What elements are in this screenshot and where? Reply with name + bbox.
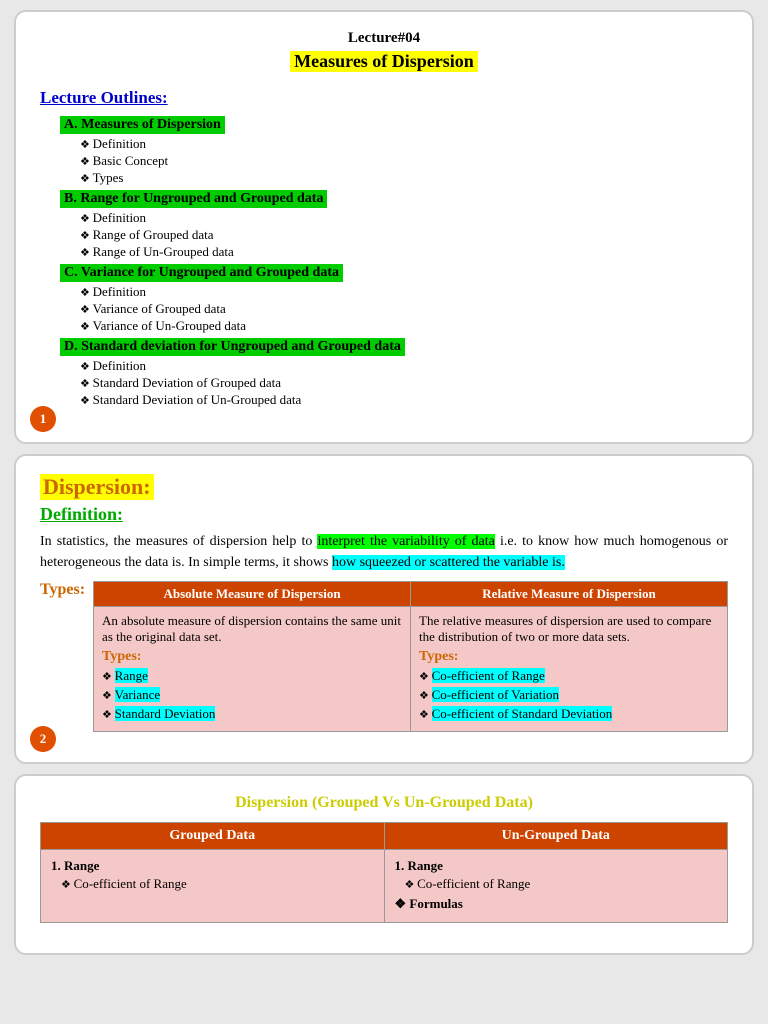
col1-text: An absolute measure of dispersion contai… — [102, 613, 401, 644]
types-section: Types: Absolute Measure of Dispersion Re… — [40, 581, 728, 732]
relative-measure-cell: The relative measures of dispersion are … — [411, 607, 728, 732]
col2-types-heading: Types: — [419, 649, 719, 665]
list-item: Definition — [80, 136, 728, 152]
slide-3: Dispersion (Grouped Vs Un-Grouped Data) … — [14, 774, 754, 955]
section-a-list: Definition Basic Concept Types — [80, 136, 728, 186]
list-item: Co-efficient of Standard Deviation — [419, 706, 719, 722]
list-item: Standard Deviation of Grouped data — [80, 375, 728, 391]
grouped-range-list: Co-efficient of Range — [51, 876, 374, 892]
col1-list: Range Variance Standard Deviation — [102, 668, 402, 722]
list-item: Definition — [80, 210, 728, 226]
section-a-heading: A. Measures of Dispersion — [60, 116, 225, 134]
slide3-title: Dispersion (Grouped Vs Un-Grouped Data) — [40, 794, 728, 812]
para-highlight2: how squeezed or scattered the variable i… — [332, 555, 565, 570]
slide1-title: Measures of Dispersion — [290, 51, 478, 72]
absolute-measure-cell: An absolute measure of dispersion contai… — [94, 607, 411, 732]
grouped-range-heading: 1. Range — [51, 858, 374, 874]
col2-list: Co-efficient of Range Co-efficient of Va… — [419, 668, 719, 722]
range-item: Range — [115, 668, 148, 683]
outline-section-d: D. Standard deviation for Ungrouped and … — [60, 338, 728, 408]
list-item: Variance of Grouped data — [80, 301, 728, 317]
types-label: Types: — [40, 581, 85, 599]
lecture-outlines-heading: Lecture Outlines: — [40, 88, 728, 108]
col2-text: The relative measures of dispersion are … — [419, 613, 711, 644]
list-item: Types — [80, 170, 728, 186]
types-table: Absolute Measure of Dispersion Relative … — [93, 581, 728, 732]
slide-1: Lecture#04 Measures of Dispersion Lectur… — [14, 10, 754, 444]
absolute-measure-heading: Absolute Measure of Dispersion — [94, 582, 411, 607]
outline-section-c: C. Variance for Ungrouped and Grouped da… — [60, 264, 728, 334]
section-d-list: Definition Standard Deviation of Grouped… — [80, 358, 728, 408]
list-item: Range of Un-Grouped data — [80, 244, 728, 260]
list-item: Variance — [102, 687, 402, 703]
relative-measure-heading: Relative Measure of Dispersion — [411, 582, 728, 607]
slide3-table: Grouped Data Un-Grouped Data 1. Range Co… — [40, 822, 728, 923]
ungrouped-formulas-heading: ❖ Formulas — [395, 896, 718, 912]
slide-number-1: 1 — [30, 406, 56, 432]
coeff-std-dev-item: Co-efficient of Standard Deviation — [432, 706, 613, 721]
section-b-heading: B. Range for Ungrouped and Grouped data — [60, 190, 327, 208]
grouped-data-heading: Grouped Data — [41, 823, 385, 850]
section-d-heading: D. Standard deviation for Ungrouped and … — [60, 338, 405, 356]
ungrouped-range-list: Co-efficient of Range — [395, 876, 718, 892]
list-item: Co-efficient of Variation — [419, 687, 719, 703]
ungrouped-data-cell: 1. Range Co-efficient of Range ❖ Formula… — [384, 850, 728, 923]
list-item: Standard Deviation — [102, 706, 402, 722]
list-item: Range — [102, 668, 402, 684]
ungrouped-range-heading: 1. Range — [395, 858, 718, 874]
col1-types-heading: Types: — [102, 649, 402, 665]
definition-label: Definition: — [40, 504, 728, 525]
variance-item: Variance — [115, 687, 160, 702]
para-start: In statistics, the measures of dispersio… — [40, 534, 317, 549]
list-item: Basic Concept — [80, 153, 728, 169]
coeff-variation-item: Co-efficient of Variation — [432, 687, 559, 702]
slide-2: Dispersion: Definition: In statistics, t… — [14, 454, 754, 764]
dispersion-definition-para: In statistics, the measures of dispersio… — [40, 531, 728, 573]
coeff-range-item: Co-efficient of Range — [432, 668, 545, 683]
section-c-heading: C. Variance for Ungrouped and Grouped da… — [60, 264, 343, 282]
ungrouped-data-heading: Un-Grouped Data — [384, 823, 728, 850]
slide-number-2: 2 — [30, 726, 56, 752]
list-item: Variance of Un-Grouped data — [80, 318, 728, 334]
list-item: Definition — [80, 284, 728, 300]
std-dev-item: Standard Deviation — [115, 706, 216, 721]
outline-section-b: B. Range for Ungrouped and Grouped data … — [60, 190, 728, 260]
grouped-data-cell: 1. Range Co-efficient of Range — [41, 850, 385, 923]
formulas-label: Formulas — [409, 896, 462, 911]
list-item: Standard Deviation of Un-Grouped data — [80, 392, 728, 408]
section-c-list: Definition Variance of Grouped data Vari… — [80, 284, 728, 334]
lecture-label: Lecture#04 — [348, 30, 420, 46]
list-item: Co-efficient of Range — [61, 876, 374, 892]
list-item: Definition — [80, 358, 728, 374]
list-item: Range of Grouped data — [80, 227, 728, 243]
dispersion-label: Dispersion: — [40, 474, 154, 500]
section-b-list: Definition Range of Grouped data Range o… — [80, 210, 728, 260]
outline-section-a: A. Measures of Dispersion Definition Bas… — [60, 116, 728, 186]
para-highlight1: interpret the variability of data — [317, 534, 494, 549]
list-item: Co-efficient of Range — [405, 876, 718, 892]
list-item: Co-efficient of Range — [419, 668, 719, 684]
